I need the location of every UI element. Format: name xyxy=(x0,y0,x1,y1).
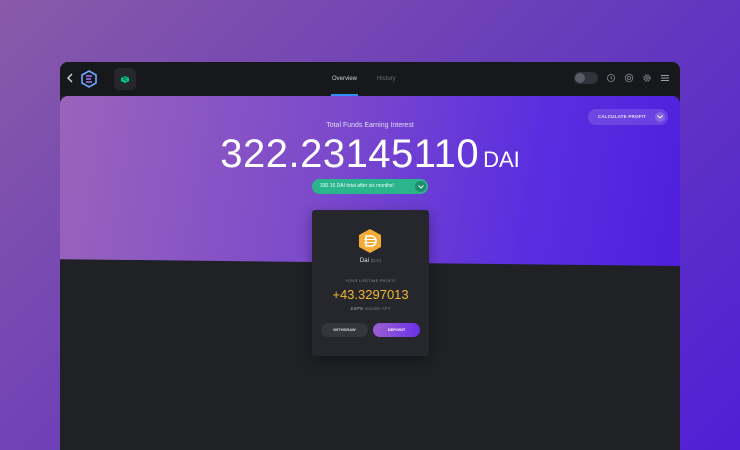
apy-info: 2.67% Variable APY xyxy=(312,306,429,311)
coin-ticker: (DAI) xyxy=(370,258,382,263)
apy-label: Variable APY xyxy=(364,306,391,311)
chevron-down-icon xyxy=(655,112,665,122)
deposit-button[interactable]: DEPOSIT xyxy=(373,323,420,337)
funds-label: Total Funds Earning Interest xyxy=(326,122,414,129)
total-balance: 322.23145110 DAI xyxy=(60,132,680,177)
app-window: Overview History CALCULATE PROFIT Total … xyxy=(60,62,680,450)
tab-history[interactable]: History xyxy=(377,62,396,96)
projection-text: 330.16 DAI total after six months! xyxy=(320,183,394,189)
back-icon[interactable] xyxy=(66,72,78,86)
chevron-down-icon xyxy=(415,181,426,192)
settings-icon[interactable] xyxy=(642,73,652,83)
compound-app-icon[interactable] xyxy=(114,68,136,90)
tab-overview[interactable]: Overview xyxy=(330,62,359,96)
dai-coin-icon xyxy=(358,228,382,254)
projection-pill[interactable]: 330.16 DAI total after six months! xyxy=(312,179,428,194)
withdraw-button[interactable]: WITHDRAW xyxy=(321,323,368,337)
profit-value: +43.3297013 xyxy=(332,287,409,302)
toolbar-icons xyxy=(574,72,670,84)
top-bar: Overview History xyxy=(60,62,680,96)
support-icon[interactable] xyxy=(624,73,634,83)
history-icon[interactable] xyxy=(606,73,616,83)
dai-asset-card: Dai (DAI) YOUR LIFETIME PROFIT +43.32970… xyxy=(312,210,429,356)
lock-toggle[interactable] xyxy=(574,72,598,84)
calculate-profit-label: CALCULATE PROFIT xyxy=(597,114,646,119)
tab-bar: Overview History xyxy=(330,62,396,96)
exodus-logo-icon[interactable] xyxy=(80,70,98,88)
coin-name: Dai (DAI) xyxy=(312,258,429,264)
profit-label: YOUR LIFETIME PROFIT xyxy=(345,279,396,283)
menu-icon[interactable] xyxy=(660,73,670,83)
coin-name-text: Dai xyxy=(359,258,369,264)
apy-value: 2.67% xyxy=(350,306,364,311)
balance-unit: DAI xyxy=(483,147,520,172)
balance-amount: 322.23145110 xyxy=(220,132,480,176)
